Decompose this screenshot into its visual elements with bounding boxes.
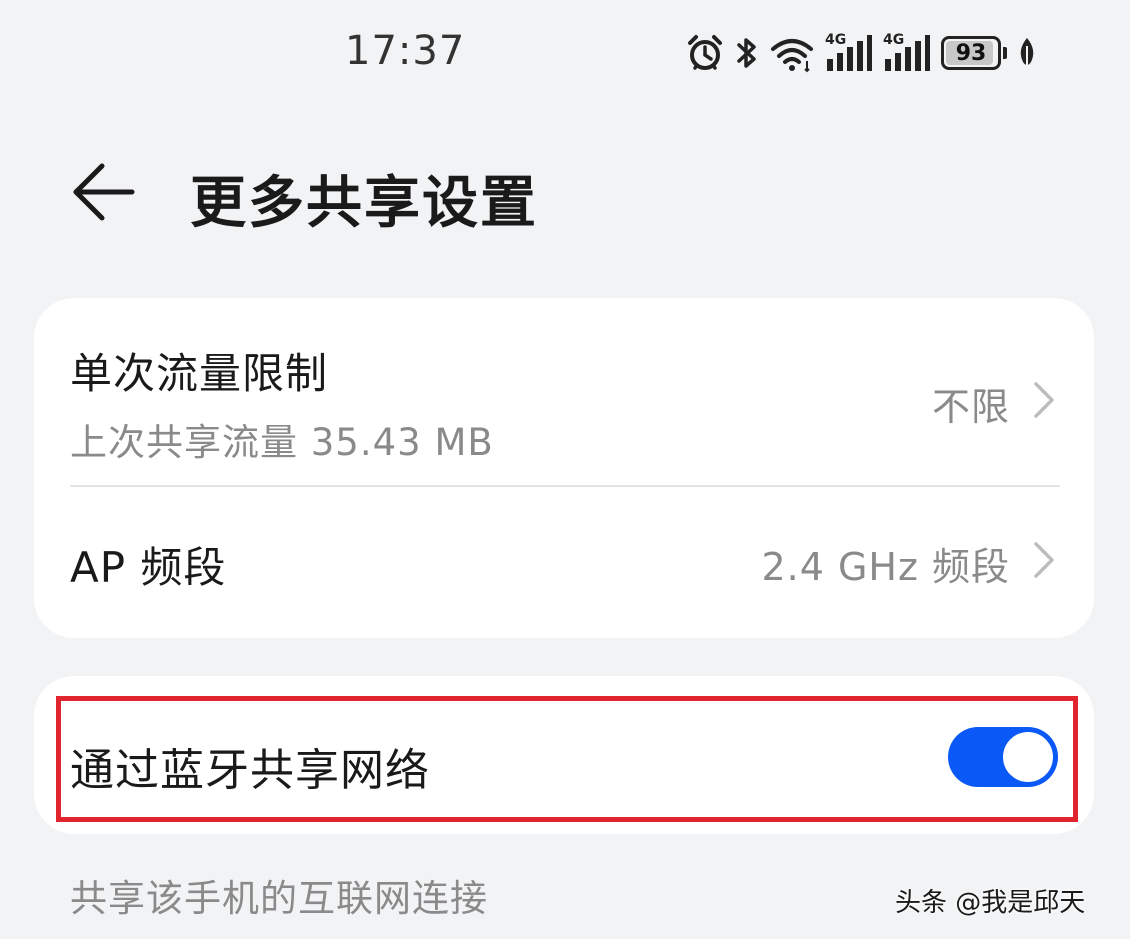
signal-4g-label: 4G <box>883 32 905 48</box>
ap-band-title: AP 频段 <box>70 543 227 592</box>
data-limit-row[interactable]: 单次流量限制 上次共享流量 35.43 MB 不限 <box>34 298 1094 486</box>
status-icons: 4G 4G 93 <box>685 30 1037 76</box>
title-bar: 更多共享设置 <box>0 130 1130 250</box>
chevron-right-icon <box>1034 542 1054 578</box>
bluetooth-icon <box>735 33 759 73</box>
highlight-box <box>56 696 1078 822</box>
page-title: 更多共享设置 <box>190 171 538 236</box>
wifi-icon <box>769 33 815 73</box>
back-button[interactable] <box>68 160 140 224</box>
ap-band-value: 2.4 GHz 频段 <box>761 545 1010 589</box>
status-bar: 17:37 4G 4G 93 <box>0 0 1130 110</box>
data-limit-subtitle: 上次共享流量 35.43 MB <box>70 421 494 464</box>
chevron-right-icon <box>1034 382 1054 418</box>
battery-icon: 93 <box>941 36 1001 70</box>
bluetooth-sharing-description: 共享该手机的互联网连接 <box>70 877 488 920</box>
arrow-left-icon <box>73 163 135 221</box>
leaf-icon <box>1017 36 1037 70</box>
status-time: 17:37 <box>345 28 466 74</box>
data-limit-value: 不限 <box>931 385 1010 429</box>
battery-tip <box>1003 47 1007 59</box>
watermark: 头条 @我是邱天 <box>895 888 1086 918</box>
data-limit-title: 单次流量限制 <box>70 349 329 398</box>
signal-4g-label: 4G <box>825 32 847 48</box>
alarm-icon <box>685 33 725 73</box>
ap-band-row[interactable]: AP 频段 2.4 GHz 频段 <box>34 486 1094 638</box>
signal-4g-icon: 4G <box>825 33 873 73</box>
battery-level: 93 <box>955 40 987 66</box>
settings-card: 单次流量限制 上次共享流量 35.43 MB 不限 AP 频段 2.4 GHz … <box>34 298 1094 638</box>
signal-4g-icon: 4G <box>883 33 931 73</box>
